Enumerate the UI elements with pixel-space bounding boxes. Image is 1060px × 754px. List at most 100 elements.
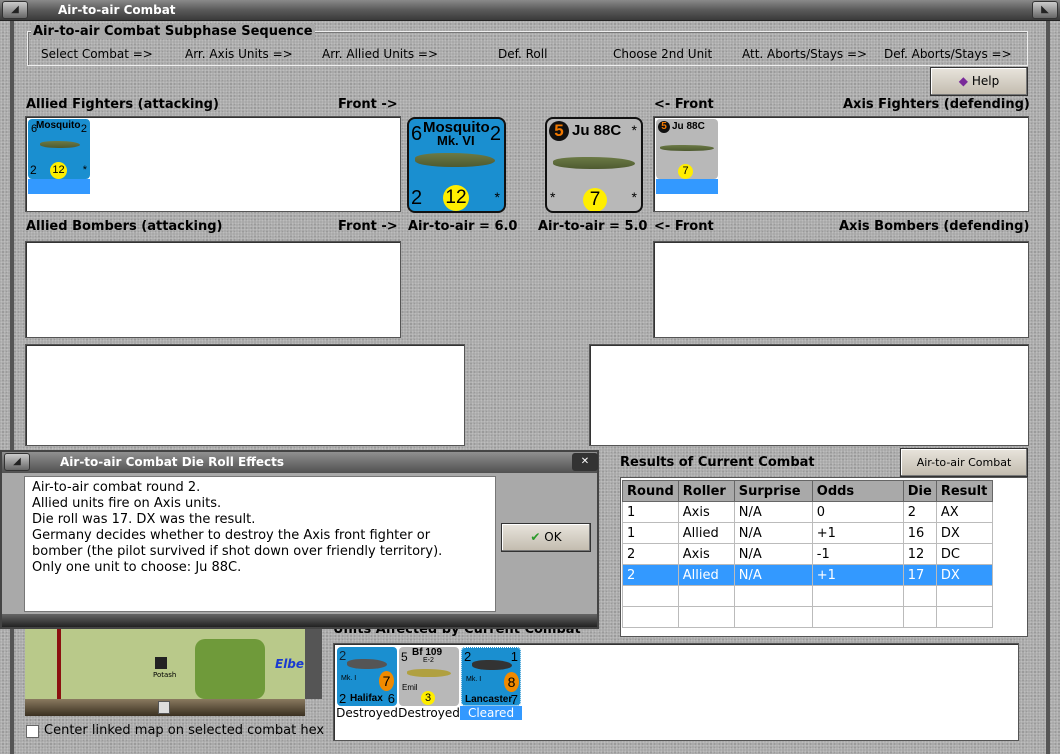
counter-tl: 5 (658, 121, 670, 133)
table-row[interactable]: 2 Axis N/A -1 12 DC (622, 543, 993, 565)
unit-counter-lancaster[interactable]: 2 1 Mk. I 8 Lancaster 7 (461, 647, 521, 706)
subphase-title: Air-to-air Combat Subphase Sequence (31, 24, 315, 39)
message-line: Germany decides whether to destroy the A… (32, 528, 431, 543)
dialog-close-button[interactable]: ✕ (572, 453, 598, 471)
help-button[interactable]: ◆ Help (930, 67, 1028, 96)
counter-tr: 2 (489, 123, 501, 145)
map-horizontal-scrollbar[interactable] (25, 699, 305, 716)
allied-front-counter[interactable]: 6 Mosquito Mk. VI 2 2 12 * (407, 117, 506, 213)
step-def-aborts: Def. Aborts/Stays => (884, 47, 1012, 61)
ok-label: OK (544, 530, 562, 544)
col-round[interactable]: Round (622, 480, 679, 502)
front-arrow-left-2: <- Front (654, 219, 714, 234)
cell: DX (935, 564, 993, 586)
counter-bl: * (550, 189, 556, 205)
ok-button[interactable]: ✔ OK (501, 523, 591, 552)
counter-variant: Mk. I (466, 676, 482, 683)
counter-tl: 5 (549, 121, 569, 141)
strength-circle: 3 (421, 691, 435, 705)
unit-counter-ju88c[interactable]: 5 Ju 88C 7 (656, 119, 718, 179)
scrollbar-thumb[interactable] (158, 701, 170, 714)
cell: 2 (902, 501, 937, 523)
center-map-checkbox[interactable] (26, 725, 39, 738)
allied-bombers-box[interactable] (25, 241, 401, 338)
cell: 16 (902, 522, 937, 544)
cell: DX (935, 522, 993, 544)
plane-icon (40, 141, 80, 148)
dialog-title: Air-to-air Combat Die Roll Effects (60, 455, 285, 469)
unit-counter-bf109[interactable]: 5 Bf 109 E-2 Emil 3 (399, 647, 459, 706)
window-menu-button[interactable]: ◢ (2, 1, 28, 19)
strength-circle: 7 (678, 164, 693, 179)
checkmark-icon: ✔ (530, 530, 541, 544)
axis-info-box (589, 344, 1029, 446)
front-arrow-left: <- Front (654, 97, 714, 112)
step-choose-2nd: Choose 2nd Unit (613, 47, 713, 61)
ju88-plane-icon (553, 157, 635, 169)
table-row-empty (622, 606, 993, 628)
axis-fighters-label: Axis Fighters (defending) (843, 97, 1030, 112)
counter-tr: 1 (510, 649, 518, 664)
axis-bombers-label: Axis Bombers (defending) (839, 219, 1030, 234)
message-line: Air-to-air combat round 2. (32, 480, 201, 495)
air-to-air-chart-button[interactable]: Air-to-air Combat Chart (900, 448, 1028, 496)
cell: N/A (733, 564, 813, 586)
counter-name: Mosquito (36, 120, 81, 131)
cell: N/A (733, 501, 813, 523)
col-result[interactable]: Result (935, 480, 993, 502)
cell: DC (935, 543, 993, 565)
cell: N/A (733, 543, 813, 565)
axis-front-counter[interactable]: 5 Ju 88C * * 7 * (545, 117, 643, 213)
unit-counter-halifax[interactable]: 2 Mk. I 7 2 Halifax 6 (337, 647, 397, 706)
cell: N/A (733, 522, 813, 544)
col-die[interactable]: Die (902, 480, 937, 502)
allied-bombers-label: Allied Bombers (attacking) (26, 219, 223, 234)
dialog-bottom-bar (2, 614, 597, 627)
table-row-selected[interactable]: 2 Allied N/A +1 17 DX (622, 564, 993, 586)
results-title: Results of Current Combat (620, 455, 815, 470)
table-row[interactable]: 1 Allied N/A +1 16 DX (622, 522, 993, 544)
counter-name: Lancaster (465, 694, 513, 705)
map-vertical-scrollbar[interactable] (305, 629, 322, 699)
town-icon (155, 657, 167, 669)
plane-icon (472, 660, 512, 670)
window-close-button[interactable]: ◣ (1032, 1, 1058, 19)
counter-bl: 2 (30, 163, 37, 177)
cell: AX (935, 501, 993, 523)
col-roller[interactable]: Roller (677, 480, 735, 502)
strength-circle: 8 (504, 672, 519, 692)
unit-status-destroyed: Destroyed (336, 706, 398, 720)
cell: Allied (677, 564, 735, 586)
table-row[interactable]: 1 Axis N/A 0 2 AX (622, 501, 993, 523)
message-line: Die roll was 17. DX was the result. (32, 512, 256, 527)
col-surprise[interactable]: Surprise (733, 480, 813, 502)
axis-fighters-box[interactable]: 5 Ju 88C 7 (653, 116, 1029, 212)
cell: 0 (811, 501, 904, 523)
unit-status-destroyed: Destroyed (398, 706, 460, 720)
allied-fighters-box[interactable]: 6 Mosquito 2 2 12 * (25, 116, 401, 212)
cell: -1 (811, 543, 904, 565)
die-roll-dialog: ◢ Air-to-air Combat Die Roll Effects ✕ A… (0, 450, 599, 629)
cell: 17 (902, 564, 937, 586)
cell: 1 (622, 501, 679, 523)
strength-circle: 12 (443, 185, 469, 211)
counter-bl: 2 (411, 187, 423, 209)
unit-counter-mosquito[interactable]: 6 Mosquito 2 2 12 * (28, 119, 90, 179)
cell: Axis (677, 543, 735, 565)
col-odds[interactable]: Odds (811, 480, 904, 502)
axis-bombers-box[interactable] (653, 241, 1029, 338)
message-line: Only one unit to choose: Ju 88C. (32, 560, 242, 575)
cell: Allied (677, 522, 735, 544)
step-att-aborts: Att. Aborts/Stays => (742, 47, 868, 61)
cell: 12 (902, 543, 937, 565)
counter-bl: 2 (339, 691, 347, 706)
selection-strip (656, 179, 718, 194)
counter-name: Ju 88C (572, 122, 622, 139)
mosquito-plane-icon (415, 153, 495, 167)
front-arrow-right-2: Front -> (338, 219, 398, 234)
window-titlebar: ◢ Air-to-air Combat ◣ (0, 0, 1060, 21)
plane-icon (660, 145, 714, 151)
linked-map[interactable]: Potash Elbe (25, 629, 322, 699)
message-line: bomber (the pilot survived if shot down … (32, 544, 443, 559)
dialog-menu-button[interactable]: ◢ (4, 453, 30, 471)
